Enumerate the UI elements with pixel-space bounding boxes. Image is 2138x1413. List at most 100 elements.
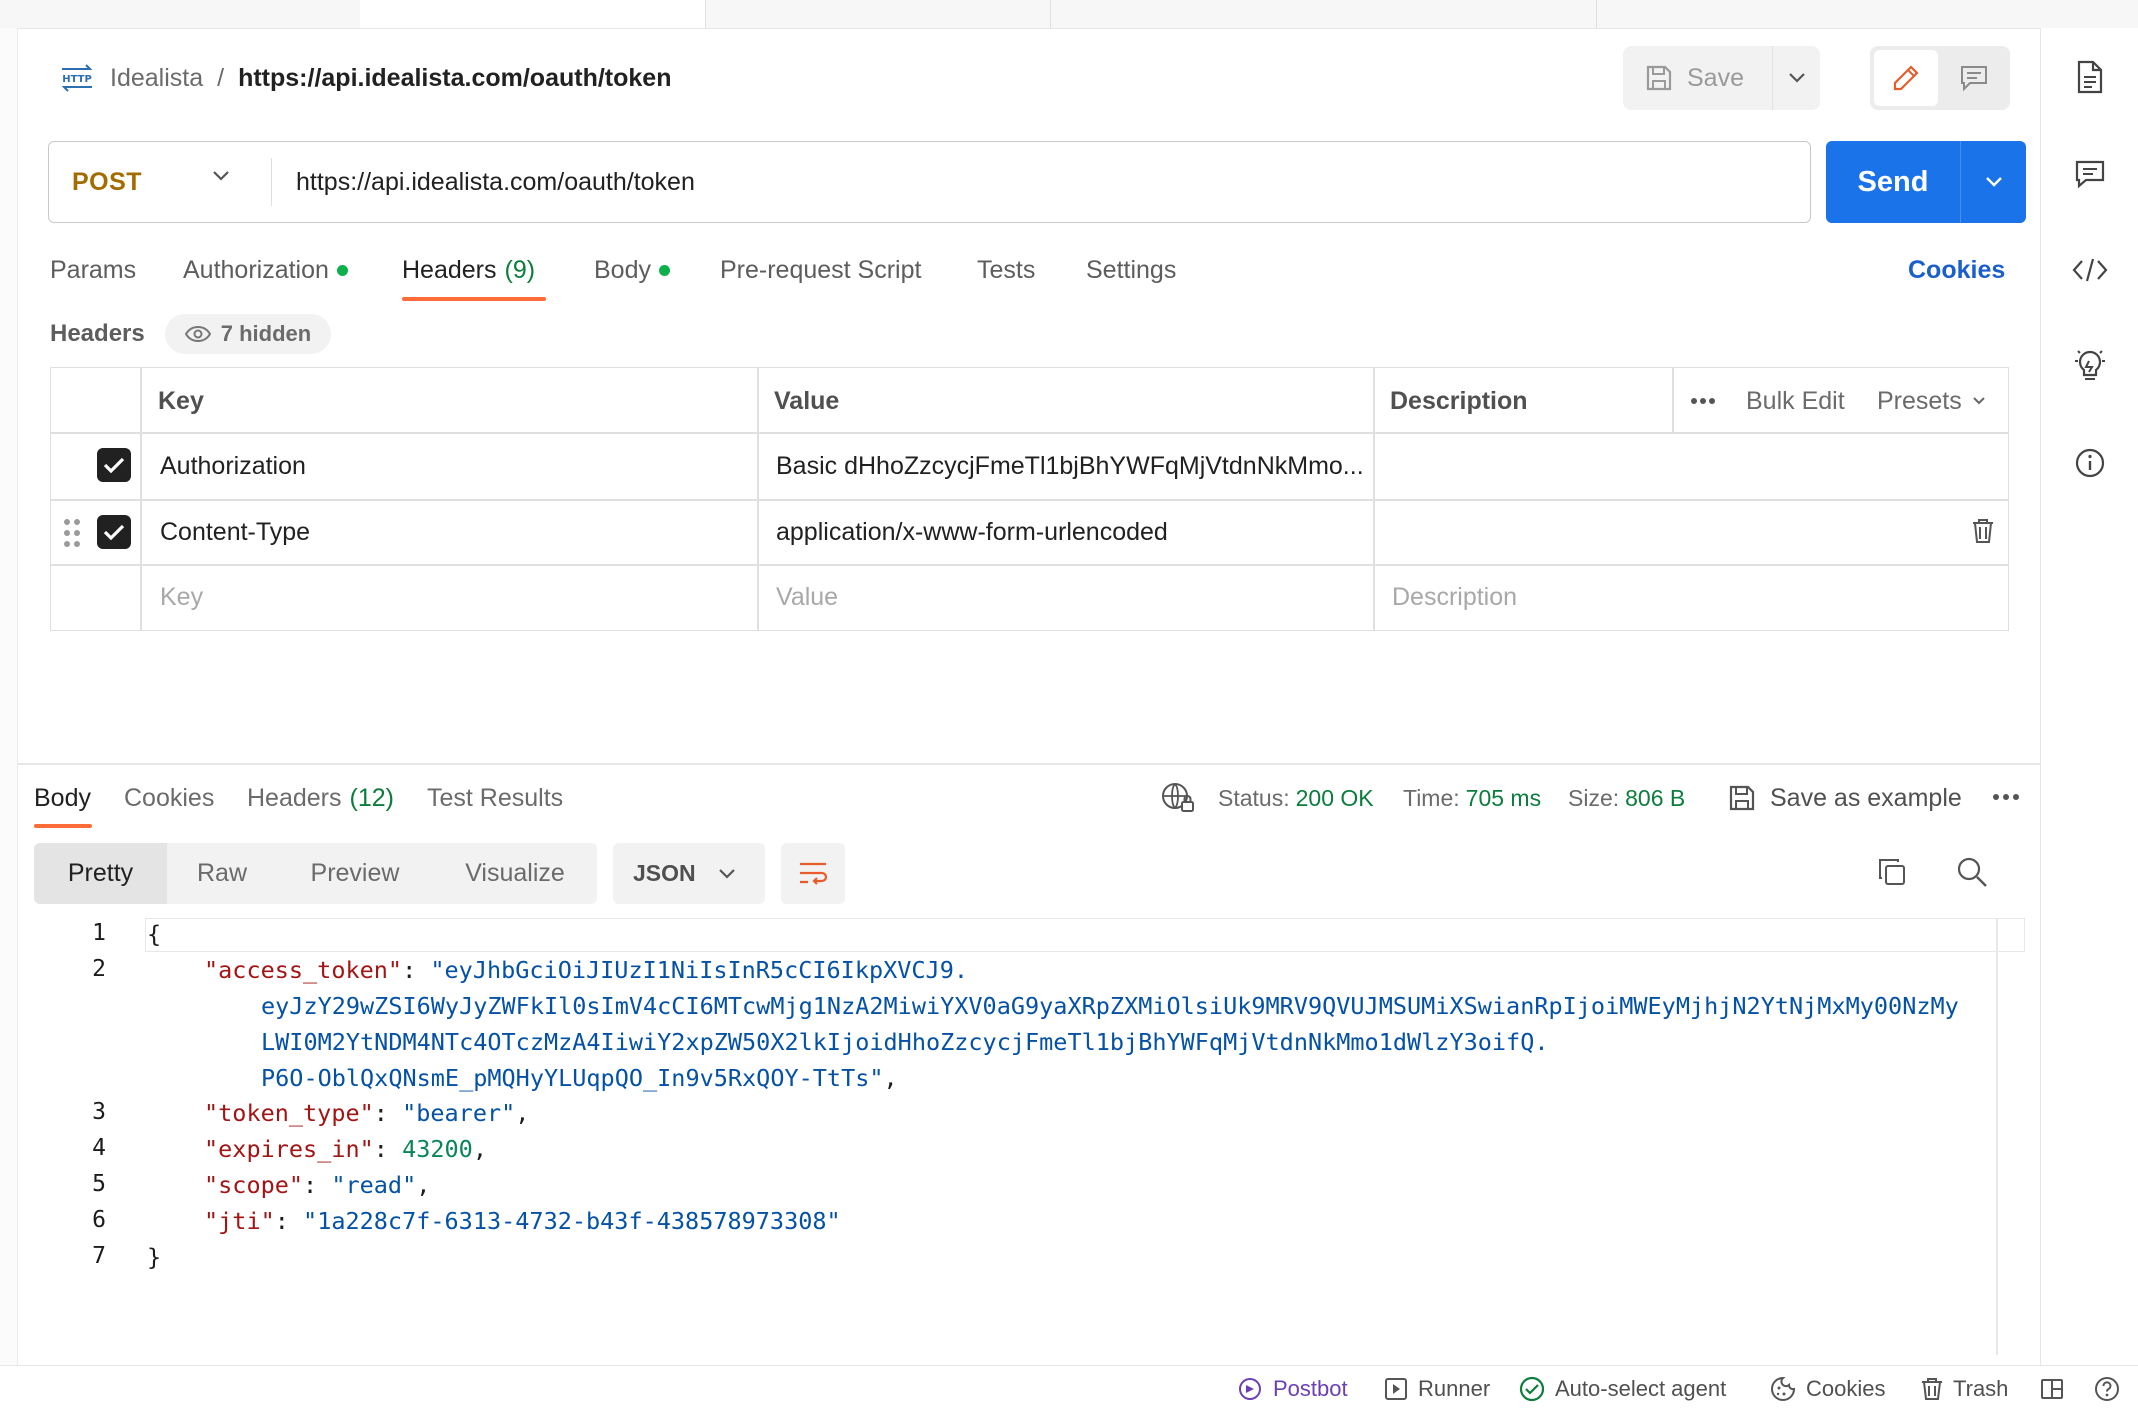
pane-divider[interactable] (17, 763, 2040, 765)
lightbulb-icon[interactable] (2070, 345, 2110, 385)
view-preview[interactable]: Preview (292, 843, 418, 904)
save-icon (1645, 64, 1673, 92)
json-key: "expires_in" (204, 1135, 374, 1163)
hidden-count: 7 hidden (220, 321, 312, 346)
comment-icon[interactable] (2070, 154, 2110, 194)
edit-mode-button[interactable] (1874, 50, 1938, 106)
pencil-icon (1891, 63, 1921, 93)
header-key[interactable]: Authorization (160, 434, 740, 498)
code-icon[interactable] (2070, 250, 2110, 290)
agent-selector[interactable]: Auto-select agent (1519, 1372, 1726, 1406)
tab-params[interactable]: Params (50, 250, 136, 290)
view-raw[interactable]: Raw (170, 843, 274, 904)
line-number: 7 (92, 1243, 106, 1269)
request-name[interactable]: https://api.idealista.com/oauth/token (238, 64, 671, 93)
postbot-button[interactable]: Postbot (1237, 1372, 1348, 1406)
help-icon[interactable] (2094, 1372, 2120, 1406)
send-button[interactable]: Send (1826, 141, 1960, 223)
more-icon[interactable] (1690, 370, 1716, 432)
line-number: 2 (92, 956, 106, 982)
postbot-icon (1237, 1376, 1263, 1402)
tab-label: Test Results (427, 783, 564, 812)
col-divider (140, 367, 142, 631)
tab-tests[interactable]: Tests (977, 250, 1035, 290)
line-number: 3 (92, 1099, 106, 1125)
layout-icon[interactable] (2040, 1372, 2064, 1406)
copy-icon[interactable] (1876, 856, 1908, 888)
size-value: 806 B (1625, 784, 1686, 811)
tab-label: Headers (247, 783, 342, 812)
tab-label: Body (594, 255, 651, 284)
tab-strip (0, 0, 2138, 29)
chevron-down-icon (1985, 176, 2003, 188)
key-placeholder[interactable]: Key (160, 566, 203, 629)
request-tab-active[interactable] (360, 0, 706, 28)
header-key[interactable]: Content-Type (160, 501, 310, 564)
active-tab-indicator (402, 297, 546, 301)
save-button[interactable]: Save (1623, 46, 1770, 110)
trash-icon[interactable] (1972, 518, 1994, 544)
request-tab[interactable] (705, 0, 1051, 28)
tab-body[interactable]: Body (594, 250, 670, 290)
bulk-edit-button[interactable]: Bulk Edit (1746, 370, 1845, 432)
response-tab-test-results[interactable]: Test Results (427, 778, 563, 818)
view-visualize[interactable]: Visualize (448, 843, 582, 904)
format-select[interactable]: JSON (613, 843, 765, 904)
chevron-down-icon (1788, 72, 1806, 84)
url-input[interactable] (296, 143, 1796, 221)
header-value[interactable]: application/x-www-form-urlencoded (776, 501, 1168, 564)
tab-label: Params (50, 255, 137, 284)
view-pretty[interactable]: Pretty (34, 843, 167, 904)
cookies-link[interactable]: Cookies (1908, 250, 2005, 290)
trash-icon (1921, 1377, 1943, 1401)
tab-settings[interactable]: Settings (1086, 250, 1176, 290)
sidebar-edge (0, 28, 18, 1365)
json-number: 43200 (402, 1135, 473, 1163)
size-indicator[interactable]: Size: 806 B (1568, 778, 1685, 818)
request-tab[interactable] (0, 0, 361, 28)
editor-ruler (1996, 918, 1998, 1355)
comment-mode-button[interactable] (1942, 50, 2006, 106)
wrap-lines-button[interactable] (781, 843, 845, 904)
json-string-continuation: P6O-OblQxQNsmE_pMQHyYLUqpQO_In9v5RxQOY-T… (261, 1064, 898, 1092)
document-icon[interactable] (2070, 57, 2110, 97)
status-indicator[interactable]: Status: 200 OK (1218, 778, 1374, 818)
footer-cookies-button[interactable]: Cookies (1770, 1372, 1885, 1406)
chevron-down-icon[interactable] (212, 170, 230, 182)
presets-dropdown[interactable]: Presets (1877, 370, 1986, 432)
more-icon[interactable] (1992, 793, 2020, 801)
row-enabled-checkbox[interactable] (97, 448, 131, 482)
response-tab-cookies[interactable]: Cookies (124, 778, 214, 818)
response-tab-headers[interactable]: Headers (12) (247, 778, 394, 818)
value-placeholder[interactable]: Value (776, 566, 838, 629)
save-as-example-label: Save as example (1770, 783, 1962, 812)
json-line-token-type: "token_type": "bearer", (204, 1099, 530, 1127)
tab-label: Body (34, 783, 91, 812)
save-options-button[interactable] (1772, 46, 1821, 110)
col-divider (1672, 367, 1674, 433)
send-options-button[interactable] (1960, 141, 2027, 223)
time-indicator[interactable]: Time: 705 ms (1403, 778, 1541, 818)
row-enabled-checkbox[interactable] (97, 515, 131, 549)
runner-button[interactable]: Runner (1384, 1372, 1490, 1406)
info-icon[interactable] (2070, 443, 2110, 483)
drag-handle-icon[interactable] (63, 518, 81, 548)
save-as-example-button[interactable]: Save as example (1728, 778, 1962, 818)
header-value[interactable]: Basic dHhoZzcycjFmeTl1bjBhYWFqMjVtdnNkMm… (776, 434, 1366, 498)
trash-button[interactable]: Trash (1921, 1372, 2008, 1406)
format-label: JSON (633, 860, 696, 886)
method-select[interactable]: POST (50, 143, 270, 221)
search-icon[interactable] (1956, 856, 1988, 888)
json-string: P6O-OblQxQNsmE_pMQHyYLUqpQO_In9v5RxQOY-T… (261, 1064, 884, 1092)
description-placeholder[interactable]: Description (1392, 566, 1517, 629)
tab-prerequest-script[interactable]: Pre-request Script (720, 250, 921, 290)
request-tab[interactable] (1050, 0, 1597, 28)
globe-lock-icon[interactable] (1161, 782, 1195, 814)
chevron-down-icon (718, 868, 736, 880)
hidden-headers-toggle[interactable]: 7 hidden (165, 314, 331, 354)
breadcrumb-collection[interactable]: Idealista (110, 64, 203, 93)
response-tab-body[interactable]: Body (34, 778, 91, 818)
tab-headers[interactable]: Headers (9) (402, 250, 535, 290)
tab-authorization[interactable]: Authorization (183, 250, 348, 290)
json-open-brace: { (147, 920, 162, 948)
